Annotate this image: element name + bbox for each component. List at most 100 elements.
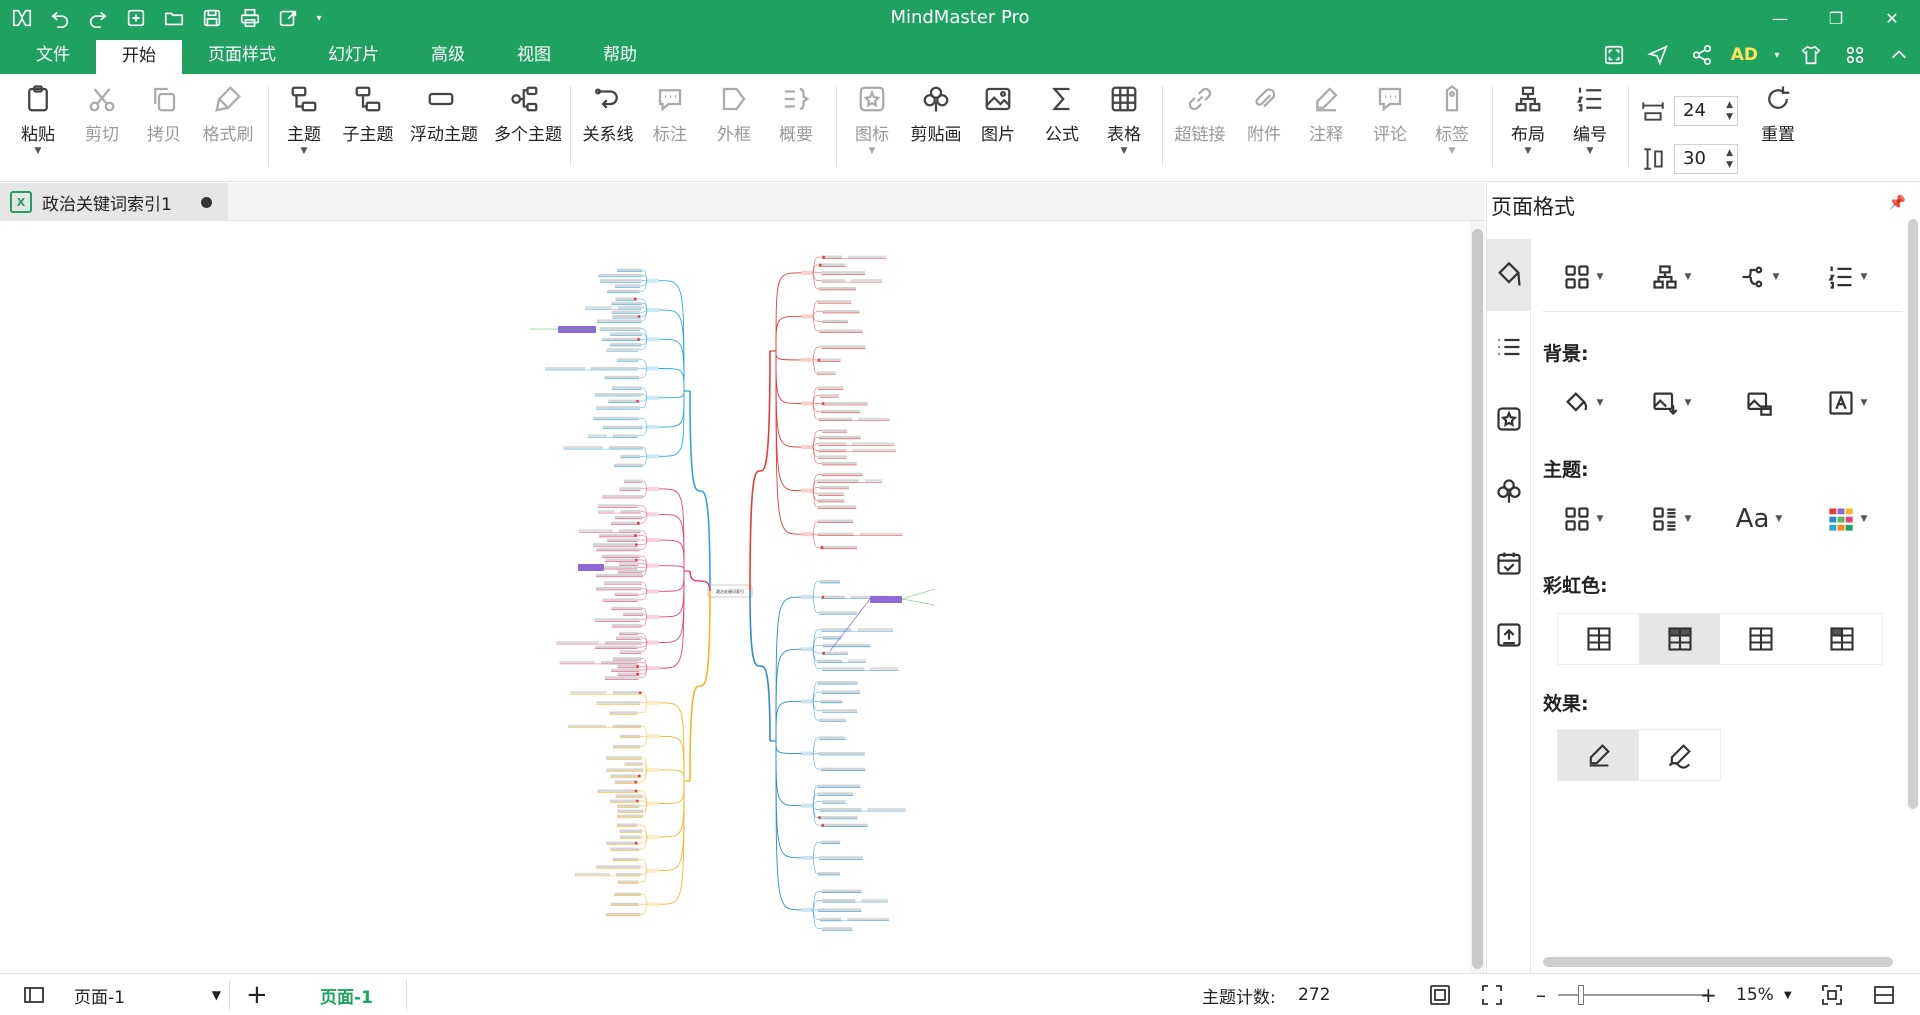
rainbow-option-random[interactable]: [1801, 614, 1882, 664]
print-icon[interactable]: [236, 4, 264, 32]
subtopic-button[interactable]: 子主题: [338, 84, 398, 145]
table-button[interactable]: 表格 ▼: [1094, 84, 1154, 156]
format-tab-paint[interactable]: [1487, 239, 1531, 311]
user-account-badge[interactable]: AD: [1731, 45, 1758, 65]
scrollbar-thumb[interactable]: [1472, 229, 1483, 969]
format-tab-tasks[interactable]: [1487, 527, 1531, 599]
background-image-dropdown[interactable]: ▼: [1627, 381, 1715, 425]
connector-style-dropdown[interactable]: ▼: [1715, 255, 1803, 299]
attachment-button[interactable]: 附件: [1234, 84, 1294, 145]
skin-shirt-icon[interactable]: [1796, 40, 1826, 70]
chevron-down-icon[interactable]: ▼: [1784, 974, 1792, 1015]
document-tab[interactable]: X 政治关键词索引1: [0, 183, 228, 221]
tab-view[interactable]: 视图: [491, 36, 577, 74]
summary-button[interactable]: 概要: [766, 84, 826, 145]
boundary-button[interactable]: 外框: [704, 84, 764, 145]
zoom-slider-knob[interactable]: [1578, 985, 1584, 1005]
map-style-dropdown[interactable]: ▼: [1539, 255, 1627, 299]
vertical-spacing-input[interactable]: 30 ▲ ▼: [1674, 144, 1738, 174]
zoom-slider[interactable]: [1558, 985, 1708, 1005]
formula-button[interactable]: 公式: [1032, 84, 1092, 145]
cut-button[interactable]: 剪切: [72, 84, 132, 145]
format-tab-clipart[interactable]: [1487, 455, 1531, 527]
icon-button[interactable]: 图标 ▼: [842, 84, 902, 156]
fullscreen-icon[interactable]: [1599, 40, 1629, 70]
remove-background-button[interactable]: [1715, 381, 1803, 425]
undo-icon[interactable]: [46, 4, 74, 32]
picture-button[interactable]: 图片: [968, 84, 1028, 145]
effect-option-handdrawn[interactable]: [1639, 730, 1720, 780]
tab-advanced[interactable]: 高级: [405, 36, 491, 74]
add-page-button[interactable]: +: [246, 974, 268, 1015]
apps-grid-icon[interactable]: [1840, 40, 1870, 70]
fit-page-button[interactable]: [1428, 974, 1452, 1015]
theme-color-dropdown[interactable]: ▼: [1803, 497, 1891, 541]
tab-slideshow[interactable]: 幻灯片: [302, 36, 405, 74]
tab-home[interactable]: 开始: [96, 40, 182, 78]
page-tab-active[interactable]: 页面-1: [320, 974, 373, 1015]
tag-button[interactable]: 标签 ▼: [1422, 84, 1482, 156]
theme-dropdown[interactable]: ▼: [1539, 497, 1627, 541]
horizontal-spacing-input[interactable]: 24 ▲ ▼: [1674, 96, 1738, 126]
structure-dropdown[interactable]: ▼: [1627, 255, 1715, 299]
mindmap-svg[interactable]: 政治关键词索引: [0, 221, 1470, 973]
pin-icon[interactable]: 📌: [1889, 195, 1906, 211]
format-tab-export[interactable]: [1487, 599, 1531, 671]
app-logo-icon[interactable]: [8, 4, 36, 32]
reset-button[interactable]: 重置: [1748, 84, 1808, 145]
rainbow-option-none[interactable]: [1558, 614, 1639, 664]
tab-file[interactable]: 文件: [10, 36, 96, 74]
numbering-style-dropdown[interactable]: ▼: [1803, 255, 1891, 299]
topic-button[interactable]: 主题 ▼: [274, 84, 334, 156]
unsaved-dot-icon[interactable]: [201, 197, 212, 208]
floating-topic-button[interactable]: 浮动主题: [410, 84, 478, 145]
collapse-ribbon-icon[interactable]: [1884, 40, 1914, 70]
callout-button[interactable]: 标注: [640, 84, 700, 145]
hyperlink-button[interactable]: 超链接: [1170, 84, 1230, 145]
numbering-button[interactable]: 编号 ▼: [1560, 84, 1620, 156]
toggle-sidebar-button[interactable]: [22, 974, 46, 1015]
new-file-icon[interactable]: [122, 4, 150, 32]
spin-arrows-icon[interactable]: ▲ ▼: [1726, 147, 1733, 171]
zoom-in-button[interactable]: +: [1700, 974, 1717, 1015]
minimize-button[interactable]: —: [1752, 0, 1808, 36]
tab-help[interactable]: 帮助: [577, 36, 663, 74]
theme-font-dropdown[interactable]: Aa ▼: [1715, 497, 1803, 541]
note-button[interactable]: 注释: [1296, 84, 1356, 145]
theme-style-dropdown[interactable]: ▼: [1627, 497, 1715, 541]
copy-button[interactable]: 拷贝: [134, 84, 194, 145]
spin-arrows-icon[interactable]: ▲ ▼: [1726, 99, 1733, 123]
format-painter-button[interactable]: 格式刷: [198, 84, 258, 145]
open-folder-icon[interactable]: [160, 4, 188, 32]
fill-color-dropdown[interactable]: ▼: [1539, 381, 1627, 425]
paste-button[interactable]: 粘贴 ▼: [8, 84, 68, 156]
send-icon[interactable]: [1643, 40, 1673, 70]
comment-button[interactable]: 评论: [1360, 84, 1420, 145]
fit-window-button[interactable]: [1820, 974, 1844, 1015]
multiple-topics-button[interactable]: 多个主题: [494, 84, 562, 145]
tab-page-style[interactable]: 页面样式: [182, 36, 302, 74]
layout-button[interactable]: 布局 ▼: [1498, 84, 1558, 156]
relationship-button[interactable]: 关系线: [578, 84, 638, 145]
watermark-dropdown[interactable]: ▼: [1803, 381, 1891, 425]
clipart-button[interactable]: 剪贴画: [906, 84, 966, 145]
restore-button[interactable]: ❐: [1808, 0, 1864, 36]
close-button[interactable]: ✕: [1864, 0, 1920, 36]
zoom-out-button[interactable]: –: [1536, 974, 1546, 1015]
format-tab-icons[interactable]: [1487, 383, 1531, 455]
effect-option-normal[interactable]: [1558, 730, 1639, 780]
customize-toolbar-icon[interactable]: ▾: [312, 4, 326, 32]
page-selector[interactable]: 页面-1 ▼: [70, 980, 230, 1010]
share-icon[interactable]: [1687, 40, 1717, 70]
mindmap-canvas[interactable]: 政治关键词索引: [0, 221, 1470, 973]
canvas-vertical-scrollbar[interactable]: [1470, 221, 1485, 973]
account-dropdown-icon[interactable]: ▾: [1772, 40, 1782, 70]
export-icon[interactable]: [274, 4, 302, 32]
format-tab-outline[interactable]: [1487, 311, 1531, 383]
rainbow-option-branch[interactable]: [1639, 614, 1720, 664]
rainbow-option-level[interactable]: [1720, 614, 1801, 664]
zoom-level[interactable]: 15%: [1736, 974, 1774, 1015]
fullscreen-button[interactable]: [1480, 974, 1504, 1015]
collapse-panel-button[interactable]: [1872, 974, 1896, 1015]
save-icon[interactable]: [198, 4, 226, 32]
